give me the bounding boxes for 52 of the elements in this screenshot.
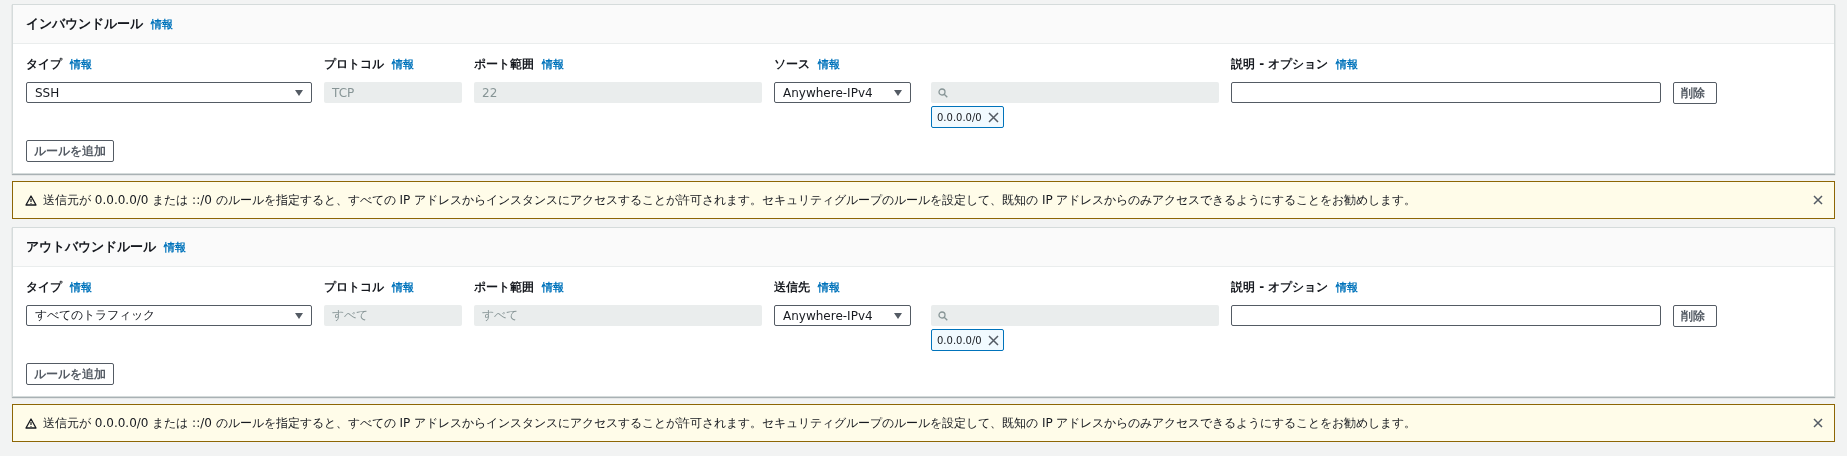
description-field[interactable]	[1231, 82, 1661, 103]
column-label: タイプ	[26, 278, 62, 296]
info-link[interactable]: 情報	[1336, 56, 1359, 72]
warning-message: 送信元が 0.0.0.0/0 または ::/0 のルールを指定すると、すべての IP アドレスからインスタンスにアクセスすることが許可されます。セキュリティグループのルールを設定して、既知の IP アドレスからのみアクセスできるようにすることをお勧めします。	[43, 414, 1418, 432]
caret-icon	[295, 312, 303, 319]
delete-button[interactable]: 削除	[1673, 305, 1717, 327]
column-label: ポート範囲	[474, 278, 534, 296]
info-link[interactable]: 情報	[818, 56, 840, 72]
info-link[interactable]: 情報	[70, 56, 92, 72]
info-link[interactable]: 情報	[542, 279, 564, 295]
add-rule-button[interactable]: ルールを追加	[26, 363, 114, 385]
delete-button[interactable]: 削除	[1673, 82, 1717, 104]
search-field[interactable]	[931, 82, 1219, 103]
column-label: ソース	[774, 55, 810, 73]
close-icon[interactable]	[1813, 195, 1823, 205]
info-link[interactable]: 情報	[392, 56, 414, 72]
type-select[interactable]: SSH	[26, 82, 312, 103]
caret-icon	[295, 89, 303, 96]
info-link[interactable]: 情報	[70, 279, 92, 295]
type-select[interactable]: すべてのトラフィック	[26, 305, 312, 326]
info-link[interactable]: 情報	[542, 56, 564, 72]
source-select[interactable]: Anywhere-IPv4	[774, 82, 911, 103]
search-icon	[938, 310, 948, 321]
info-link[interactable]: 情報	[818, 279, 840, 295]
warning-icon	[25, 194, 37, 206]
warning-icon	[25, 417, 37, 429]
close-icon[interactable]	[987, 111, 999, 123]
column-label: プロトコル	[324, 55, 384, 73]
warning-message: 送信元が 0.0.0.0/0 または ::/0 のルールを指定すると、すべての IP アドレスからインスタンスにアクセスすることが許可されます。セキュリティグループのルールを設定して、既知の IP アドレスからのみアクセスできるようにすることをお勧めします。	[43, 191, 1418, 209]
source-select[interactable]: Anywhere-IPv4	[774, 305, 911, 326]
add-rule-button[interactable]: ルールを追加	[26, 140, 114, 162]
search-icon	[938, 87, 948, 98]
info-link[interactable]: 情報	[1336, 279, 1359, 295]
column-label: 説明 - オプション	[1231, 55, 1329, 73]
column-label: ポート範囲	[474, 55, 534, 73]
description-field[interactable]	[1231, 305, 1661, 326]
token-label: 0.0.0.0/0	[937, 111, 982, 123]
section-title: アウトバウンドルール	[26, 238, 156, 256]
column-label: タイプ	[26, 55, 62, 73]
column-label: 説明 - オプション	[1231, 278, 1329, 296]
info-link[interactable]: 情報	[392, 279, 414, 295]
close-icon[interactable]	[1813, 418, 1823, 428]
search-field[interactable]	[931, 305, 1219, 326]
caret-icon	[894, 89, 902, 96]
close-icon[interactable]	[987, 334, 999, 346]
info-link[interactable]: 情報	[151, 16, 173, 32]
column-label: プロトコル	[324, 278, 384, 296]
column-label: 送信先	[774, 278, 810, 296]
caret-icon	[894, 312, 902, 319]
info-link[interactable]: 情報	[164, 239, 186, 255]
token-label: 0.0.0.0/0	[937, 334, 982, 346]
section-title: インバウンドルール	[26, 15, 143, 33]
